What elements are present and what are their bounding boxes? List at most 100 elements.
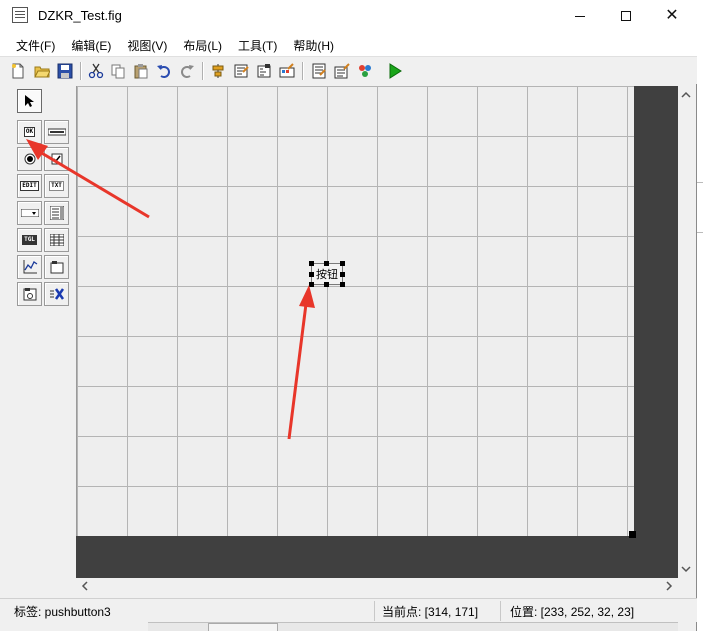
toolbar	[0, 56, 697, 84]
selection-handle[interactable]	[340, 282, 345, 287]
table-tool[interactable]	[44, 228, 69, 252]
object-browser-icon	[359, 65, 371, 77]
selection-handle[interactable]	[324, 261, 329, 266]
redo-icon	[181, 65, 194, 78]
popup-menu-icon	[20, 209, 39, 217]
menu-view[interactable]: 视图(V)	[119, 32, 175, 56]
property-inspector-button[interactable]	[332, 61, 352, 81]
menu-edit[interactable]: 编辑(E)	[63, 32, 119, 56]
toggle-button-tool-icon: TGL	[22, 235, 37, 245]
pushbutton-tool[interactable]: OK	[17, 120, 42, 144]
static-text-tool-icon: TXT	[49, 181, 64, 191]
status-divider	[374, 601, 375, 621]
close-icon: ✕	[665, 7, 679, 24]
popup-menu-tool[interactable]	[17, 201, 42, 225]
property-inspector-icon	[334, 63, 350, 79]
mfile-editor-icon	[312, 63, 326, 79]
title-bar: DZKR_Test.fig ✕	[0, 0, 697, 32]
toolbar-separator	[202, 62, 203, 80]
save-icon	[57, 63, 73, 79]
button-group-tool[interactable]	[17, 282, 42, 306]
vertical-scrollbar[interactable]	[678, 86, 694, 578]
maximize-icon	[621, 11, 631, 21]
status-divider	[500, 601, 501, 621]
save-button[interactable]	[55, 61, 75, 81]
button-group-icon	[23, 288, 36, 301]
toolbar-editor-button[interactable]	[277, 61, 297, 81]
menu-editor-button[interactable]	[231, 61, 251, 81]
minimize-button[interactable]	[557, 0, 603, 32]
menu-file[interactable]: 文件(F)	[8, 32, 63, 56]
edit-text-tool[interactable]: EDIT	[17, 174, 42, 198]
status-bar: 标签: pushbutton3 当前点: [314, 171] 位置: [233…	[0, 598, 697, 622]
menu-bar: 文件(F) 编辑(E) 视图(V) 布局(L) 工具(T) 帮助(H)	[0, 32, 697, 56]
run-button[interactable]	[385, 61, 405, 81]
design-canvas[interactable]: 按钮	[76, 86, 634, 536]
status-current-point: 当前点: [314, 171]	[382, 605, 479, 619]
menu-help[interactable]: 帮助(H)	[285, 32, 342, 56]
menu-layout[interactable]: 布局(L)	[175, 32, 230, 56]
mfile-editor-button[interactable]	[309, 61, 329, 81]
selection-handle[interactable]	[309, 282, 314, 287]
selection-handle[interactable]	[324, 282, 329, 287]
toolbar-separator	[80, 62, 81, 80]
component-palette: OK EDIT TXT TGL	[12, 88, 72, 588]
maximize-button[interactable]	[603, 0, 649, 32]
minimize-icon	[575, 15, 585, 17]
activex-tool[interactable]	[44, 282, 69, 306]
menu-editor-icon	[234, 64, 249, 78]
copy-icon	[111, 64, 125, 79]
layout-area: 按钮	[76, 86, 678, 578]
open-button[interactable]	[32, 61, 52, 81]
toolbar-editor-icon	[279, 63, 295, 78]
paste-button[interactable]	[131, 61, 151, 81]
toggle-button-tool[interactable]: TGL	[17, 228, 42, 252]
scroll-right-icon[interactable]	[664, 581, 674, 591]
static-text-tool[interactable]: TXT	[44, 174, 69, 198]
align-objects-button[interactable]	[208, 61, 228, 81]
cut-button[interactable]	[86, 61, 106, 81]
horizontal-scrollbar[interactable]	[76, 578, 678, 594]
scroll-left-icon[interactable]	[80, 581, 90, 591]
redo-button[interactable]	[177, 61, 197, 81]
pushbutton-tool-icon: OK	[23, 127, 36, 137]
background-edge-mark	[697, 232, 703, 233]
radio-button-icon	[24, 153, 35, 165]
pushbutton-label: 按钮	[316, 269, 338, 281]
selection-handle[interactable]	[340, 261, 345, 266]
tab-order-icon	[257, 64, 271, 78]
background-window-edge	[148, 622, 678, 631]
copy-button[interactable]	[108, 61, 128, 81]
selection-handle[interactable]	[309, 272, 314, 277]
panel-icon	[50, 261, 63, 274]
figure-app-icon	[12, 7, 28, 23]
open-folder-icon	[34, 66, 50, 78]
guide-window: DZKR_Test.fig ✕ 文件(F) 编辑(E) 视图(V) 布局(L) …	[0, 0, 697, 631]
new-file-icon	[12, 63, 24, 79]
checkbox-icon	[51, 153, 62, 165]
cut-icon	[88, 63, 104, 79]
run-icon	[389, 63, 402, 79]
object-browser-button[interactable]	[355, 61, 375, 81]
selection-handle[interactable]	[309, 261, 314, 266]
menu-tools[interactable]: 工具(T)	[230, 32, 285, 56]
selection-handle[interactable]	[340, 272, 345, 277]
tab-order-button[interactable]	[254, 61, 274, 81]
slider-tool[interactable]	[44, 120, 69, 144]
listbox-tool[interactable]	[44, 201, 69, 225]
panel-tool[interactable]	[44, 255, 69, 279]
checkbox-tool[interactable]	[44, 147, 69, 171]
canvas-resize-handle[interactable]	[629, 531, 636, 538]
undo-button[interactable]	[154, 61, 174, 81]
scroll-up-icon[interactable]	[681, 90, 691, 100]
new-file-button[interactable]	[8, 61, 28, 81]
select-tool[interactable]	[17, 89, 42, 113]
radiobutton-tool[interactable]	[17, 147, 42, 171]
window-title: DZKR_Test.fig	[38, 8, 122, 23]
scroll-down-icon[interactable]	[681, 564, 691, 574]
arrow-cursor-icon	[24, 95, 34, 107]
edit-text-tool-icon: EDIT	[20, 181, 39, 191]
axes-tool[interactable]	[17, 255, 42, 279]
align-icon	[212, 64, 224, 78]
close-button[interactable]: ✕	[649, 0, 695, 32]
